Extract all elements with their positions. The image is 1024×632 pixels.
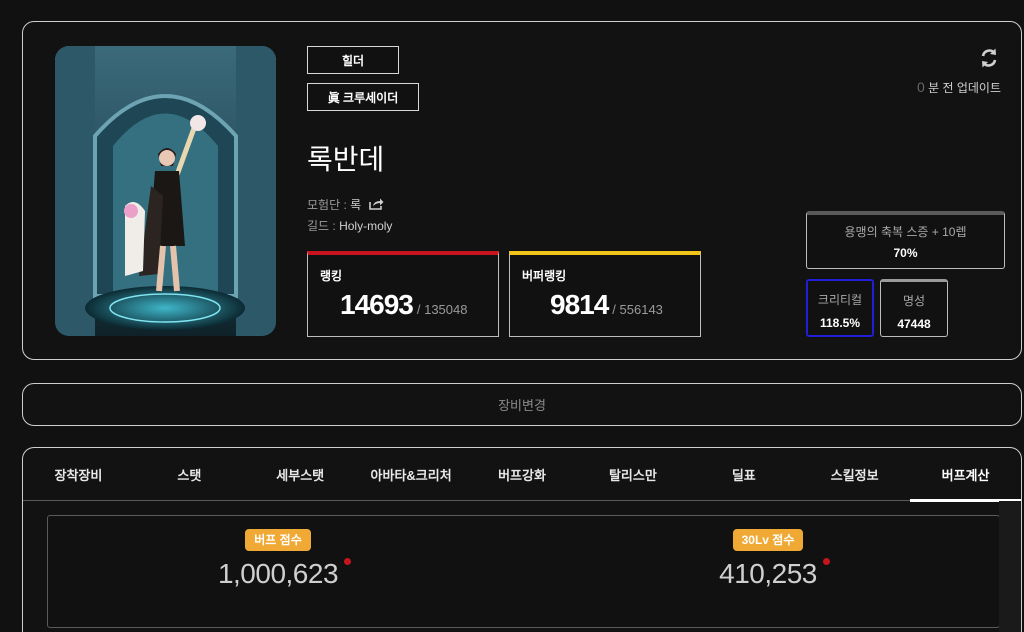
share-icon[interactable] [368, 198, 384, 213]
buffer-ranking-box: 버퍼랭킹 9814/ 556143 [509, 251, 701, 337]
buff-score-badge: 버프 점수 [245, 529, 311, 551]
fame-value: 47448 [897, 317, 931, 331]
buffer-ranking-value-row: 9814/ 556143 [550, 289, 663, 321]
guild-label: 길드 : [307, 219, 340, 233]
tab-buff-calc[interactable]: 버프계산 [910, 448, 1021, 502]
update-status: 0 분 전 업데이트 [917, 79, 1001, 96]
lv30-score-badge: 30Lv 점수 [732, 529, 804, 551]
buff-score-dot [344, 558, 352, 565]
server-tag: 힐더 [307, 46, 399, 74]
tab-detail-stats[interactable]: 세부스탯 [245, 448, 356, 501]
blessing-value: 70% [893, 246, 918, 260]
critical-value: 118.5% [819, 316, 861, 330]
update-text: 분 전 업데이트 [924, 81, 1001, 95]
lv30-score-value: 410,253 [719, 558, 817, 589]
character-name: 록반데 [307, 144, 385, 175]
buffer-ranking-label: 버퍼랭킹 [522, 269, 567, 283]
adventure-info: 모험단 : 록 [307, 196, 384, 213]
buff-score-value-wrap: 1,000,623 [217, 558, 352, 590]
critical-label: 크리티컬 [817, 293, 863, 307]
fame-label: 명성 [902, 294, 926, 308]
lv30-score-dot [822, 558, 830, 565]
class-tag: 眞 크루세이더 [307, 83, 419, 111]
character-profile-card: 힐더 眞 크루세이더 록반데 모험단 : 록 길드 : Holy-moly 랭킹… [22, 21, 1022, 360]
buffer-ranking-value: 9814 [550, 289, 609, 320]
refresh-icon[interactable] [979, 47, 999, 69]
lv30-score-value-wrap: 410,253 [719, 558, 830, 590]
tab-buff-enhance[interactable]: 버프강화 [467, 448, 578, 501]
guild-value: Holy-moly [339, 219, 393, 233]
ranking-label: 랭킹 [320, 269, 343, 283]
buffer-ranking-total: / 556143 [612, 302, 663, 317]
ranking-box: 랭킹 14693/ 135048 [307, 251, 499, 337]
score-summary: 버프 점수 1,000,623 30Lv 점수 410,253 [47, 515, 1000, 628]
critical-stat: 크리티컬 118.5% [806, 279, 874, 337]
update-count: 0 [916, 79, 925, 95]
tab-bar: 장착장비 스탯 세부스탯 아바타&크리처 버프강화 탈리스만 딜표 스킬정보 버… [23, 448, 1021, 502]
tab-equipment[interactable]: 장착장비 [23, 448, 134, 501]
guild-info: 길드 : Holy-moly [307, 217, 392, 234]
tab-avatar-creature[interactable]: 아바타&크리처 [356, 448, 467, 501]
character-portrait [55, 46, 276, 336]
blessing-stat: 용맹의 축복 스증 + 10렙 70% [806, 211, 1005, 269]
detail-panel: 장착장비 스탯 세부스탯 아바타&크리처 버프강화 탈리스만 딜표 스킬정보 버… [22, 447, 1022, 632]
adventure-label: 모험단 : [307, 198, 351, 212]
tab-skill-info[interactable]: 스킬정보 [799, 448, 910, 501]
blessing-label: 용맹의 축복 스증 + 10렙 [844, 225, 967, 239]
adventure-value: 록 [350, 198, 362, 212]
ranking-value: 14693 [340, 289, 414, 320]
equip-change-button[interactable]: 장비변경 [22, 383, 1022, 426]
tab-damage-table[interactable]: 딜표 [688, 448, 799, 501]
ranking-value-row: 14693/ 135048 [340, 289, 467, 321]
scrollbar[interactable] [999, 501, 1021, 632]
fame-stat: 명성 47448 [880, 279, 948, 337]
buff-score: 버프 점수 1,000,623 [198, 516, 358, 629]
lv30-score: 30Lv 점수 410,253 [688, 516, 848, 629]
tab-stats[interactable]: 스탯 [134, 448, 245, 501]
tab-talisman[interactable]: 탈리스만 [577, 448, 688, 501]
character-portrait-illustration [55, 46, 276, 336]
ranking-total: / 135048 [416, 302, 468, 317]
buff-score-value: 1,000,623 [217, 558, 339, 589]
